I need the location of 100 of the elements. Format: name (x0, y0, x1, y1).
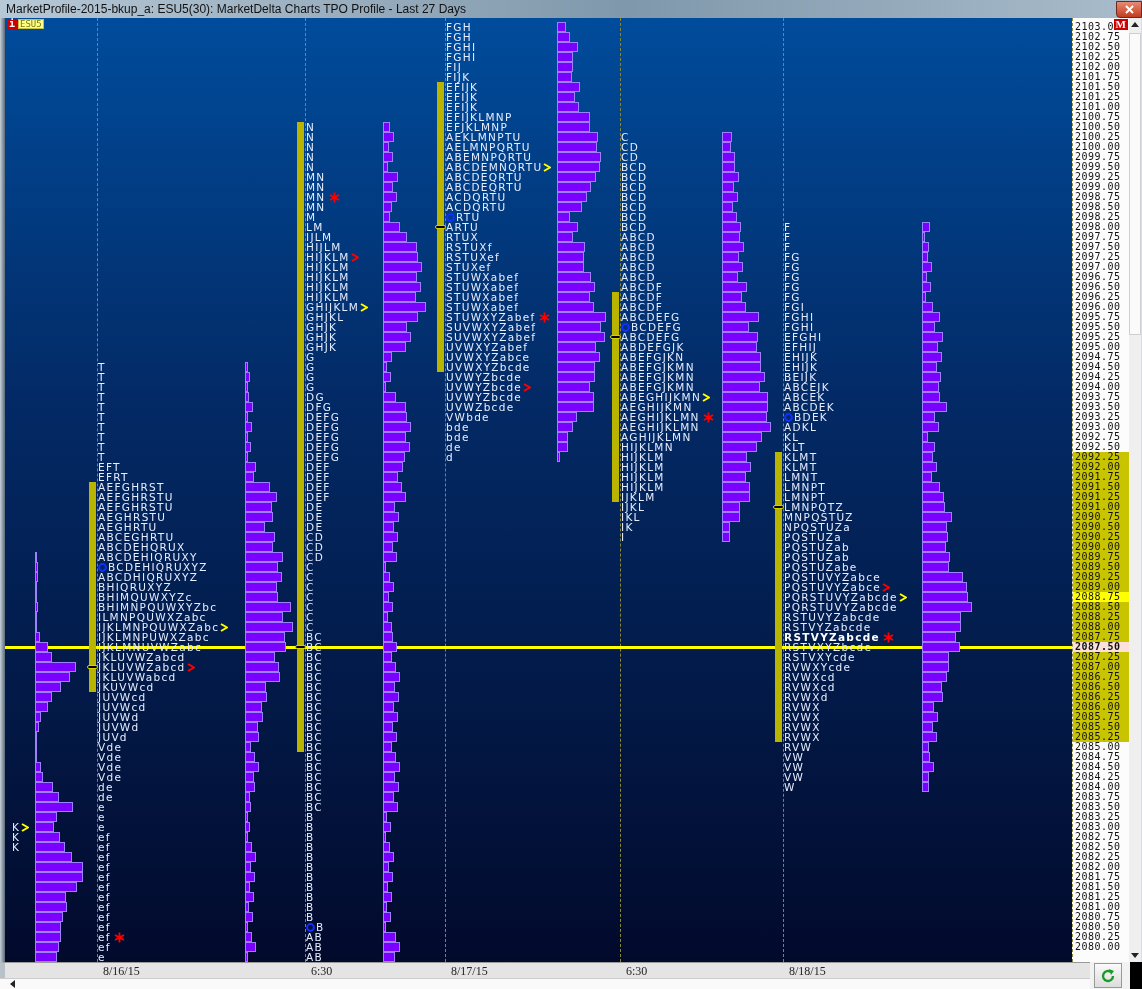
tpo-letters: BC (306, 722, 323, 732)
price-label: 2094.00 (1074, 382, 1121, 392)
price-label: 2085.50 (1074, 722, 1121, 732)
tpo-letters: KLMT (784, 452, 818, 462)
tpo-letters: BC (306, 792, 323, 802)
price-label: 2094.50 (1074, 362, 1121, 372)
price-label: 2084.00 (1074, 782, 1121, 792)
tpo-letters: EFIJK (446, 92, 479, 102)
tpo-letters: DE (306, 512, 324, 522)
tpo-letters: MNPQSTUZ (784, 512, 854, 522)
tpo-letters: JUVWcd (98, 702, 147, 712)
tpo-letters: RVWX (784, 732, 821, 742)
tpo-letters: ABCEGHRTU (98, 532, 175, 542)
tpo-letters: STUWXabef (446, 292, 520, 302)
tpo-letters: F (784, 242, 792, 252)
tpo-letters: ABEFGJKN (621, 352, 685, 362)
tpo-letters: Vde (98, 742, 123, 752)
info-badge[interactable]: i (7, 19, 18, 29)
tpo-letters: VW (784, 752, 805, 762)
tpo-letters: e (98, 802, 106, 812)
tpo-letters: DEF (306, 492, 331, 502)
tpo-letters: KL (784, 432, 800, 442)
tpo-letters: B (306, 862, 315, 872)
tpo-letters: BC (306, 742, 323, 752)
tpo-letters: BC (306, 702, 323, 712)
tpo-letters: N (306, 162, 316, 172)
tpo-letters: G (306, 382, 316, 392)
tpo-letters: N (306, 152, 316, 162)
price-label: 2090.00 (1074, 542, 1121, 552)
tpo-letters: BC (306, 692, 323, 702)
tpo-letters: e (98, 952, 106, 962)
tpo-letters: B (316, 922, 325, 932)
tpo-letters: ef (98, 892, 111, 902)
price-label: 2088.75 (1074, 592, 1121, 602)
tpo-letters: JKLUVWZabcd (98, 652, 186, 662)
tpo-letters: VW (784, 762, 805, 772)
tpo-letters: BHIMQUWXYZc (98, 592, 193, 602)
price-label: 2095.25 (1074, 332, 1121, 342)
tpo-letters: ef (98, 832, 111, 842)
time-label: 6:30 (626, 964, 648, 979)
tpo-letters: PQSTUZa (784, 532, 842, 542)
tpo-letters: DEFG (306, 452, 341, 462)
tpo-letters: FG (784, 282, 801, 292)
tpo-letters: C (306, 572, 315, 582)
tpo-letters: ABCEJK (784, 382, 830, 392)
tpo-letters: T (98, 402, 106, 412)
tpo-letters: EHIJK (784, 362, 819, 372)
tpo-letters: HIJKLM (306, 282, 350, 292)
tpo-letters: EFGHI (784, 332, 823, 342)
tpo-letters: UVWZbcde (446, 402, 515, 412)
tpo-letters: DEF (306, 482, 331, 492)
price-label: 2085.00 (1074, 742, 1121, 752)
tpo-letters: SUVWXYZabef (446, 332, 537, 342)
tpo-letters: LMNT (784, 472, 819, 482)
tpo-letters: FG (784, 262, 801, 272)
tpo-letters: N (306, 122, 316, 132)
m-badge[interactable]: M (1113, 19, 1128, 30)
price-label: 2101.00 (1074, 102, 1121, 112)
tpo-letters: FG (784, 272, 801, 282)
price-label: 2081.25 (1074, 892, 1121, 902)
tpo-letters: FIJ (446, 62, 463, 72)
price-label: 2092.50 (1074, 442, 1121, 452)
tpo-letters: IJKLM (621, 492, 656, 502)
tpo-letters: BEIJK (784, 372, 818, 382)
price-label: 2096.50 (1074, 282, 1121, 292)
tpo-letters: RSTVYZabcde (784, 632, 880, 642)
tpo-letters: Vde (98, 772, 123, 782)
price-label: 2080.00 (1074, 942, 1121, 952)
tpo-letters: ABCD (621, 262, 656, 272)
time-label: 6:30 (311, 964, 333, 979)
tpo-letters: MN (306, 192, 326, 202)
price-label: 2088.00 (1074, 622, 1121, 632)
tpo-letters: C (306, 622, 315, 632)
price-label: 2084.75 (1074, 752, 1121, 762)
tpo-letters: bde (446, 422, 470, 432)
price-label: 2092.00 (1074, 462, 1121, 472)
price-label: 2101.50 (1074, 82, 1121, 92)
price-label: 2098.00 (1074, 222, 1121, 232)
price-label: 2087.00 (1074, 662, 1121, 672)
tpo-letters: FGH (446, 32, 472, 42)
tpo-letters: ABCDEHIQRUXY (98, 552, 198, 562)
tpo-letters: ef (98, 862, 111, 872)
price-label: 2103.0 (1074, 22, 1115, 32)
tpo-letters: LM (306, 222, 324, 232)
tpo-letters: FGI (784, 302, 806, 312)
tpo-letters: T (98, 422, 106, 432)
tpo-letters: EFJKLMNP (446, 122, 509, 132)
price-label: 2089.50 (1074, 562, 1121, 572)
tpo-letters: AB (306, 932, 323, 942)
price-label: 2093.50 (1074, 402, 1121, 412)
tpo-letters: HIJKLM (306, 292, 350, 302)
tpo-letters: DFG (306, 402, 333, 412)
tpo-letters: EFHIJ (784, 342, 818, 352)
tpo-letters: EFIJK (446, 82, 479, 92)
tpo-letters: B (306, 912, 315, 922)
tpo-letters: LMNPT (784, 492, 826, 502)
tpo-letters: AEGHRSTU (98, 512, 167, 522)
tpo-letters: HIJKLM (621, 462, 665, 472)
tpo-letters: C (621, 132, 630, 142)
tpo-letters: AEGHIJKLMN (621, 422, 700, 432)
